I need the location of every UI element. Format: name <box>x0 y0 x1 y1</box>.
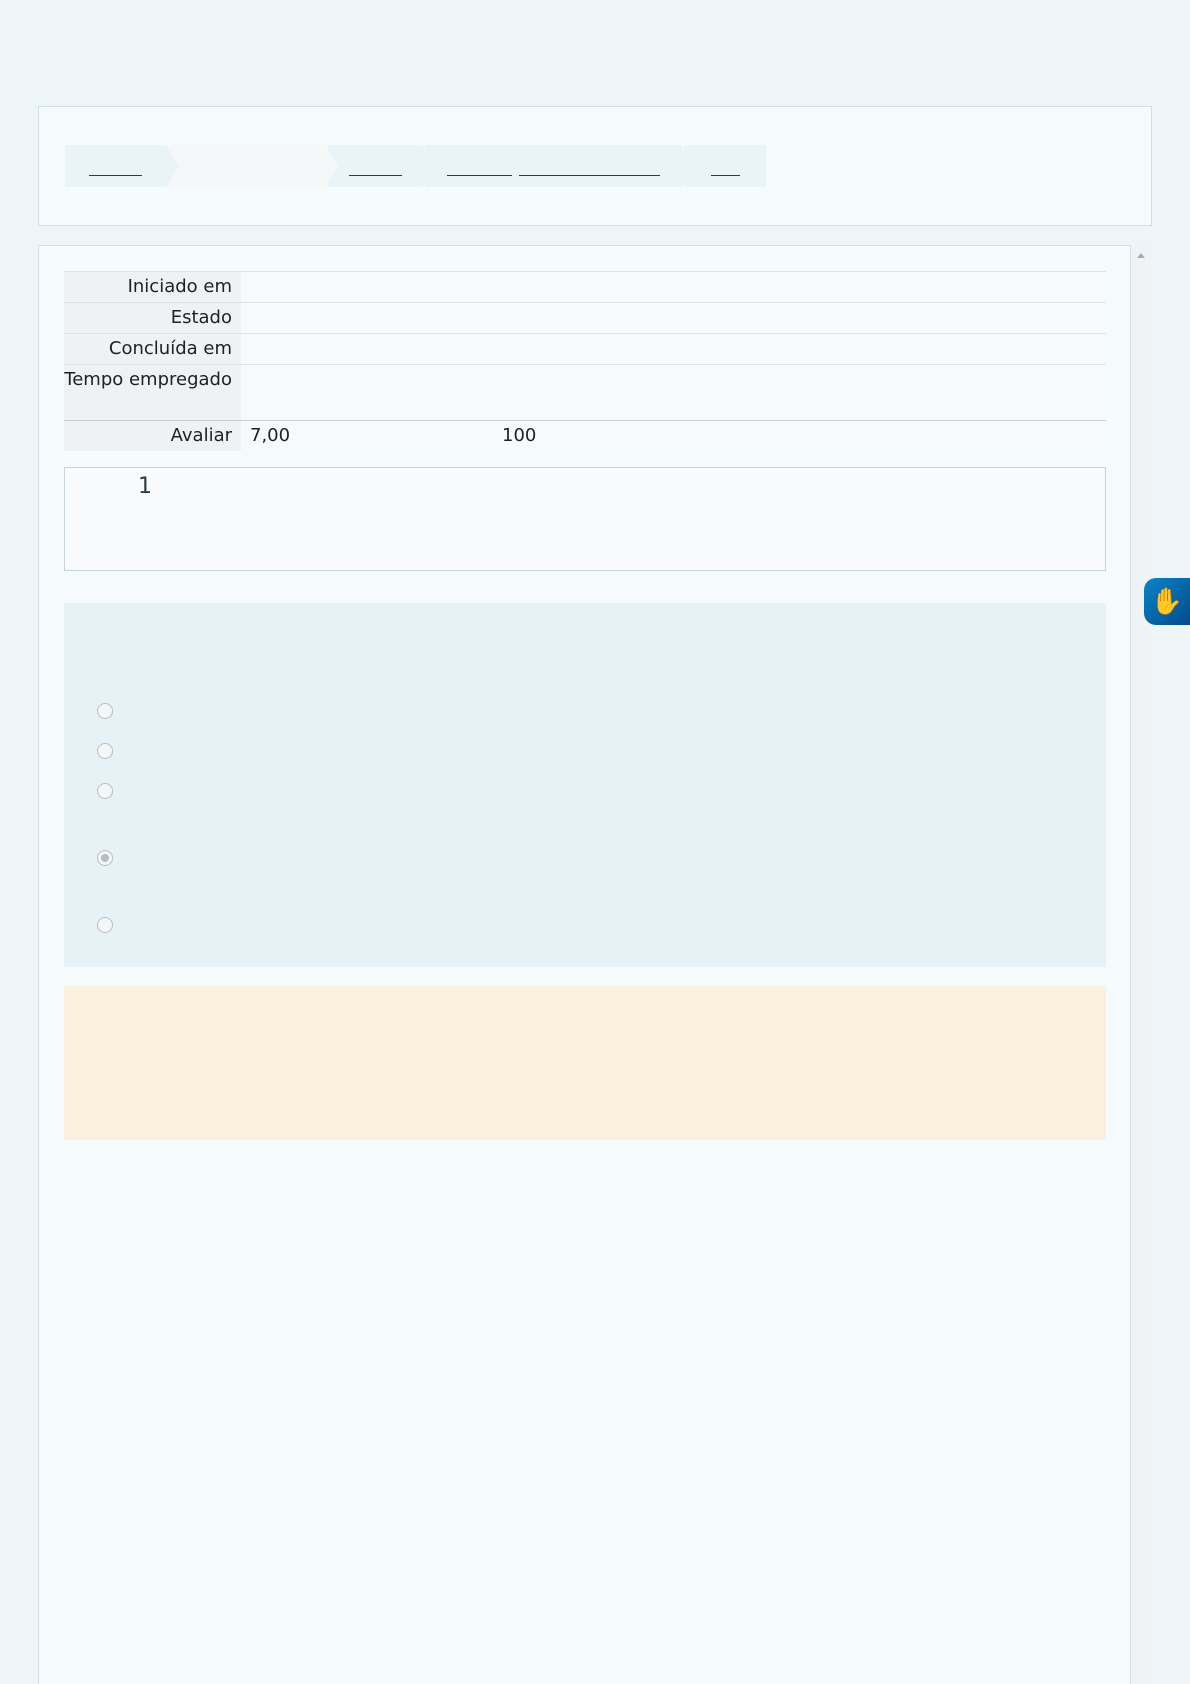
breadcrumb-link-5[interactable] <box>710 174 740 176</box>
summary-value-started <box>241 271 1106 303</box>
answer-option-2-radio[interactable] <box>97 743 113 759</box>
summary-label-time-taken: Tempo empregado <box>64 364 241 421</box>
breadcrumb-link-4a[interactable] <box>446 174 512 176</box>
summary-grade-cell: 7,00 100 <box>241 420 1106 451</box>
summary-label-started: Iniciado em <box>64 271 241 303</box>
breadcrumb-link-3[interactable] <box>348 174 402 176</box>
answer-option-3-radio[interactable] <box>97 783 113 799</box>
feedback-panel <box>64 986 1106 1140</box>
answer-option-5-radio[interactable] <box>97 917 113 933</box>
summary-row-state: Estado <box>64 302 1106 334</box>
question-number: 1 <box>138 474 152 499</box>
summary-value-completed <box>241 333 1106 365</box>
breadcrumb-item-3[interactable] <box>328 145 435 187</box>
accessibility-widget-button[interactable]: ✋ <box>1144 578 1190 625</box>
grade-value: 7,00 <box>250 425 291 446</box>
breadcrumb-link-4b[interactable] <box>518 174 660 176</box>
summary-value-time-taken <box>241 364 1106 421</box>
answer-option-1-radio[interactable] <box>97 703 113 719</box>
summary-row-completed: Concluída em <box>64 333 1106 365</box>
summary-label-completed: Concluída em <box>64 333 241 365</box>
question-info-box: 1 <box>64 467 1106 571</box>
breadcrumb-item-1[interactable] <box>65 145 179 187</box>
summary-row-time-taken: Tempo empregado <box>64 364 1106 421</box>
summary-label-grade: Avaliar <box>64 420 241 451</box>
breadcrumb <box>65 145 769 187</box>
summary-row-grade: Avaliar 7,00 100 <box>64 420 1106 451</box>
grade-max: 100 <box>502 425 537 446</box>
summary-row-started: Iniciado em <box>64 271 1106 303</box>
breadcrumb-card <box>38 106 1152 226</box>
sign-language-hands-icon: ✋ <box>1150 586 1184 617</box>
breadcrumb-item-5[interactable] <box>684 145 766 187</box>
breadcrumb-item-4[interactable] <box>425 145 694 187</box>
scroll-up-arrow-icon[interactable] <box>1137 253 1145 258</box>
attempt-summary-table: Iniciado em Estado Concluída em Tempo em… <box>64 271 1106 451</box>
summary-value-state <box>241 302 1106 334</box>
answer-option-4-radio-selected[interactable] <box>97 850 113 866</box>
answer-panel <box>64 603 1106 967</box>
breadcrumb-link-1[interactable] <box>89 174 142 176</box>
summary-label-state: Estado <box>64 302 241 334</box>
breadcrumb-item-2-current <box>169 145 338 187</box>
scrollbar[interactable] <box>1132 245 1150 1684</box>
